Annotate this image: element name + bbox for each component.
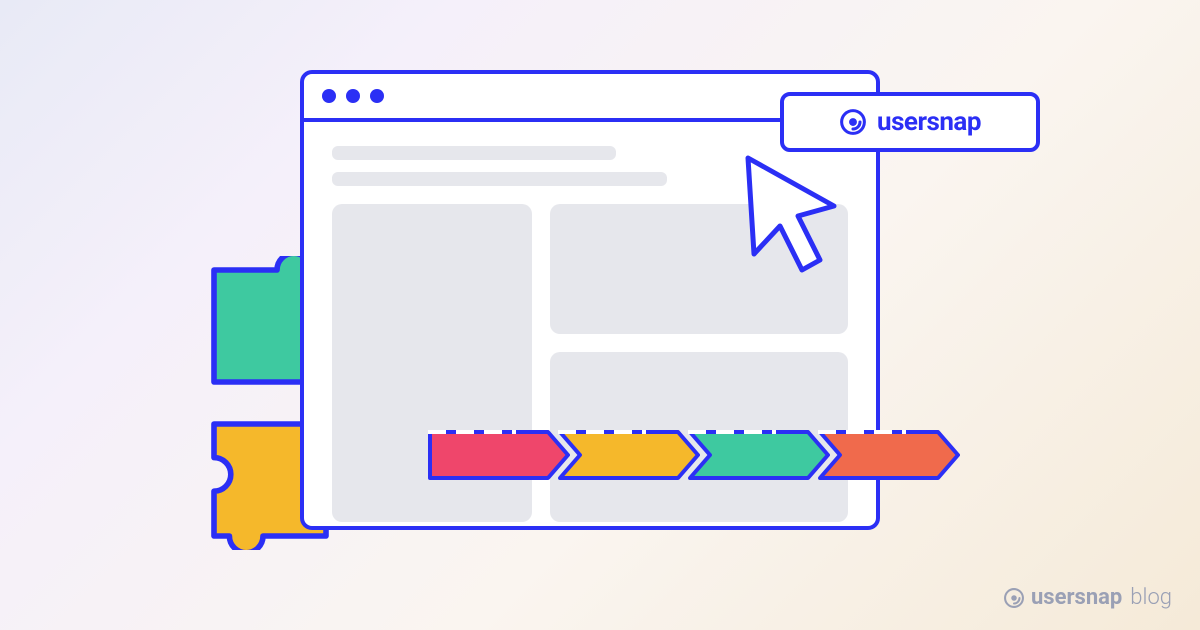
usersnap-logo-icon <box>839 108 867 136</box>
skeleton-line <box>332 146 616 160</box>
footer-watermark: usersnap blog <box>1003 585 1172 610</box>
watermark-brand: usersnap <box>1031 585 1122 610</box>
usersnap-button-label: usersnap <box>877 107 981 137</box>
illustration-stage: usersnap usersnap blog <box>0 0 1200 630</box>
window-control-dot <box>346 89 360 103</box>
pipeline-step <box>428 430 570 480</box>
skeleton-line <box>332 172 667 186</box>
pipeline-steps <box>428 430 960 480</box>
usersnap-button[interactable]: usersnap <box>780 92 1040 152</box>
pipeline-step <box>558 430 700 480</box>
dash-line-icon <box>688 430 776 434</box>
window-control-dot <box>370 89 384 103</box>
dash-line-icon <box>818 430 906 434</box>
dash-line-icon <box>558 430 646 434</box>
usersnap-logo-icon <box>1003 587 1025 609</box>
pipeline-step <box>818 430 960 480</box>
cursor-arrow-icon <box>738 150 848 280</box>
watermark-sub: blog <box>1130 585 1172 610</box>
window-control-dot <box>322 89 336 103</box>
dash-line-icon <box>428 430 516 434</box>
pipeline-step <box>688 430 830 480</box>
